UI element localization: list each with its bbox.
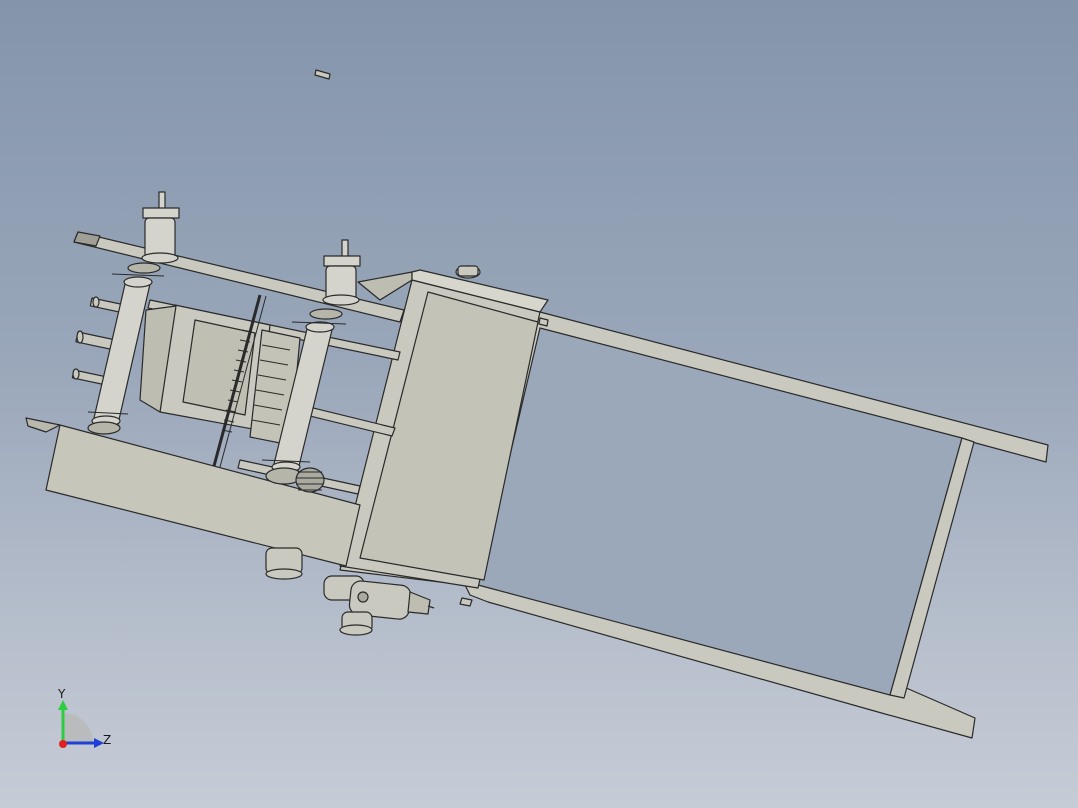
frame-tab-1[interactable] (459, 597, 473, 607)
stray-small-part[interactable] (314, 69, 331, 80)
top-knob[interactable] (455, 265, 481, 279)
model-scene[interactable]: Y Z (0, 0, 1078, 808)
y-axis-label: Y (57, 687, 66, 701)
middle-mechanism[interactable] (139, 294, 301, 468)
triad-quadrant (63, 713, 93, 743)
z-axis-label: Z (103, 733, 111, 747)
frame-tab-2[interactable] (538, 317, 549, 327)
origin-dot (59, 740, 67, 748)
cad-graphics-viewport[interactable]: Y Z (0, 0, 1078, 808)
actuator-cylinder[interactable] (323, 575, 435, 636)
drive-gear[interactable] (295, 467, 325, 493)
bottom-hub[interactable] (265, 547, 303, 580)
coordinate-triad: Y Z (57, 687, 111, 748)
